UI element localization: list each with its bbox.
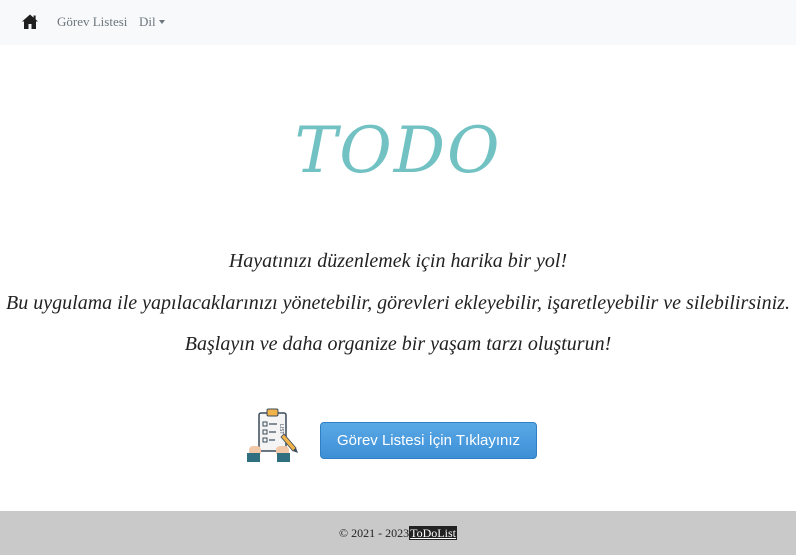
footer-brand-link[interactable]: ToDoList [409,526,457,540]
nav-dropdown-language[interactable]: Dil [139,14,165,30]
nav-link-task-list[interactable]: Görev Listesi [57,14,127,30]
footer: © 2021 - 2023ToDoList [0,511,796,555]
home-icon[interactable] [21,13,39,31]
top-navbar: Görev Listesi Dil [0,0,796,45]
svg-text:LIST: LIST [278,424,284,435]
footer-copyright: © 2021 - 2023 [339,526,410,540]
nav-dropdown-language-label: Dil [139,14,156,29]
intro-line-3: Başlayın ve daha organize bir yaşam tarz… [184,333,612,355]
page-title: TODO [294,114,502,188]
task-list-clipboard-icon: LIST [247,408,298,462]
intro-line-1: Hayatınızı düzenlemek için harika bir yo… [228,250,568,272]
task-list-button[interactable]: Görev Listesi İçin Tıklayınız [320,422,537,459]
intro-line-2: Bu uygulama ile yapılacaklarınızı yönete… [6,292,790,314]
chevron-down-icon [158,20,165,24]
